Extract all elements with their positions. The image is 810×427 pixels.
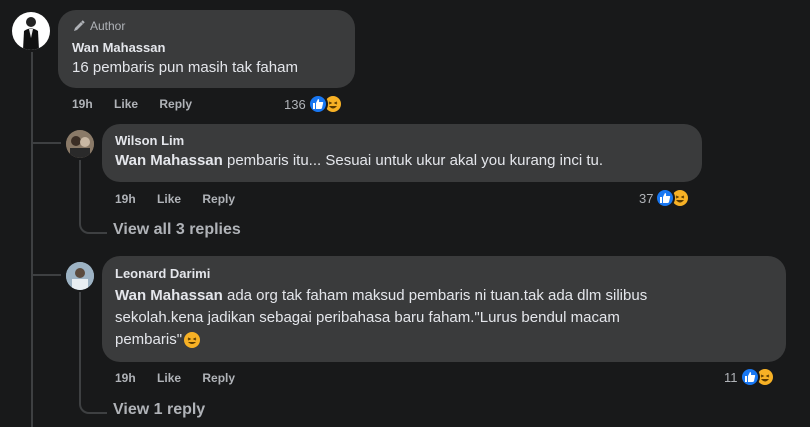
like-reaction-icon <box>739 367 760 387</box>
avatar-reply1[interactable] <box>66 130 94 158</box>
thread-connector-reply1 <box>31 122 61 144</box>
reply-button[interactable]: Reply <box>159 97 192 111</box>
reply2-time[interactable]: 19h <box>115 371 136 385</box>
user-photo-icon <box>66 130 94 158</box>
reply2-mention[interactable]: Wan Mahassan <box>115 287 223 304</box>
reaction-count: 136 <box>284 96 306 112</box>
reply1-author[interactable]: Wilson Lim <box>115 133 184 148</box>
comment-bubble-reply2: Leonard Darimi Wan Mahassan ada org tak … <box>102 256 786 362</box>
comment-actions-main: 19h Like Reply <box>72 97 210 111</box>
reactions-main[interactable]: 136 <box>284 94 343 114</box>
comment-time[interactable]: 19h <box>72 97 93 111</box>
reply2-reaction-count: 11 <box>724 369 738 385</box>
thread-line-main <box>31 52 33 427</box>
reply2-body-line1: ada org tak faham maksud pembaris ni tua… <box>222 287 648 304</box>
thread-connector-reply2 <box>31 254 61 276</box>
reply1-mention[interactable]: Wan Mahassan <box>115 152 223 169</box>
pencil-icon <box>74 20 85 31</box>
reply2-author[interactable]: Leonard Darimi <box>115 266 210 281</box>
reply1-actions: 19h Like Reply <box>115 192 253 206</box>
user-photo-icon <box>66 262 94 290</box>
comment-bubble-reply1: Wilson Lim Wan Mahassan pembaris itu... … <box>102 124 702 182</box>
comment-text: 16 pembaris pun masih tak faham <box>72 59 298 76</box>
reply1-reply-button[interactable]: Reply <box>202 192 235 206</box>
reply2-reply-button[interactable]: Reply <box>202 371 235 385</box>
reply2-text: Wan Mahassan ada org tak faham maksud pe… <box>115 285 647 351</box>
author-badge: Author <box>72 19 125 33</box>
reply1-text: Wan Mahassan pembaris itu... Sesuai untu… <box>115 150 603 172</box>
avatar[interactable] <box>12 12 50 50</box>
author-badge-label: Author <box>90 19 126 33</box>
grinning-emoji-icon <box>184 332 201 348</box>
reply1-body: pembaris itu... Sesuai untuk ukur akal y… <box>222 152 604 169</box>
reactions-reply1[interactable]: 37 <box>639 188 691 208</box>
reply2-body-line3: pembaris" <box>115 331 183 348</box>
reply2-body-line2: sekolah.kena jadikan sebagai peribahasa … <box>115 309 620 326</box>
reply2-like-button[interactable]: Like <box>157 371 181 385</box>
avatar-reply2[interactable] <box>66 262 94 290</box>
reply2-line3: pembaris" <box>115 329 647 351</box>
reply1-like-button[interactable]: Like <box>157 192 181 206</box>
view-replies-reply1[interactable]: View all 3 replies <box>113 221 241 239</box>
person-suit-icon <box>23 17 39 50</box>
like-reaction-icon <box>307 94 328 114</box>
comment-bubble-main: Author Wan Mahassan 16 pembaris pun masi… <box>58 10 355 88</box>
like-button[interactable]: Like <box>114 97 138 111</box>
reply1-time[interactable]: 19h <box>115 192 136 206</box>
view-replies-reply2[interactable]: View 1 reply <box>113 401 205 419</box>
reply2-line1: Wan Mahassan ada org tak faham maksud pe… <box>115 285 647 307</box>
reply2-actions: 19h Like Reply <box>115 371 253 385</box>
comment-author[interactable]: Wan Mahassan <box>72 40 165 55</box>
reactions-reply2[interactable]: 11 <box>724 367 775 387</box>
reply1-reaction-count: 37 <box>639 190 654 206</box>
